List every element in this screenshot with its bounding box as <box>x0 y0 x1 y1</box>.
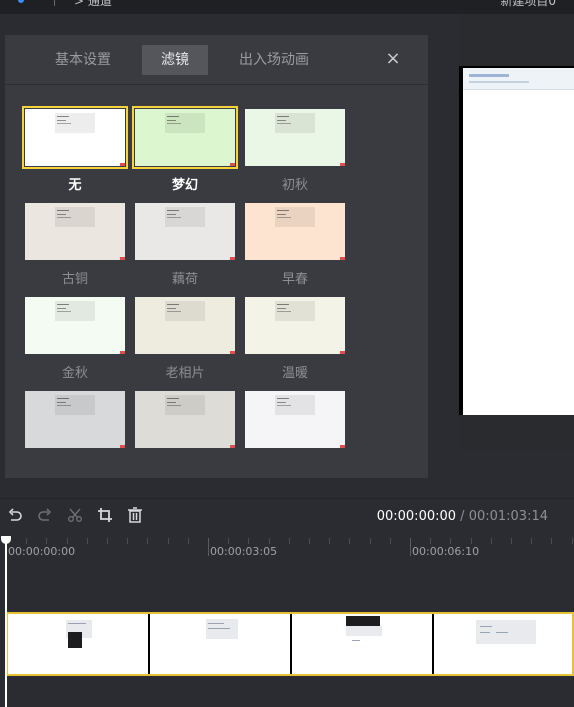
close-icon[interactable]: × <box>383 49 403 69</box>
filter-option[interactable]: 古铜 <box>25 203 125 290</box>
filter-thumbnail[interactable] <box>245 391 345 448</box>
timecode: 00:00:00:00 / 00:01:03:14 <box>377 509 548 524</box>
panel-tabs: 基本设置 滤镜 出入场动画 × <box>5 35 428 85</box>
undo-icon[interactable] <box>4 507 26 529</box>
scissors-icon[interactable] <box>64 507 86 529</box>
filter-thumbnail[interactable] <box>132 106 238 169</box>
timeline-toolbar: 00:00:00:00 / 00:01:03:14 <box>0 498 574 538</box>
filter-label: 梦幻 <box>171 178 198 193</box>
ruler-tick <box>572 538 573 544</box>
crop-icon[interactable] <box>94 507 116 529</box>
filter-option[interactable] <box>135 391 235 448</box>
ruler-tick <box>269 538 270 544</box>
time-separator: / <box>456 509 469 524</box>
filter-option[interactable]: 老相片 <box>135 297 235 384</box>
clip-thumbnail <box>150 614 290 674</box>
filter-label: 无 <box>68 178 82 193</box>
filter-label: 老相片 <box>165 366 205 381</box>
clip-thumbnail <box>8 614 148 674</box>
editor-window: > 通道 新建项目0 基本设置 滤镜 出入场动画 × 无 梦幻 初秋古铜 藕荷 早春金秋… <box>0 0 574 707</box>
logo-icon <box>18 0 24 3</box>
ruler-tick <box>26 538 27 544</box>
ruler-tick <box>349 538 350 544</box>
filter-thumbnail[interactable] <box>245 297 345 354</box>
filter-option[interactable]: 初秋 <box>245 109 345 196</box>
tab-basic-settings[interactable]: 基本设置 <box>45 45 121 75</box>
divider <box>54 0 55 6</box>
filter-thumbnail[interactable] <box>22 106 128 169</box>
filter-option[interactable]: 温暖 <box>245 297 345 384</box>
ruler-tick <box>147 538 148 544</box>
ruler-tick <box>127 538 128 544</box>
ruler-tick <box>67 538 68 544</box>
ruler-tick <box>471 538 472 544</box>
ruler-tick <box>289 538 290 544</box>
tab-transition-animation[interactable]: 出入场动画 <box>229 45 319 75</box>
filter-option[interactable]: 金秋 <box>25 297 125 384</box>
filter-label: 金秋 <box>61 366 88 381</box>
ruler-tick <box>370 538 371 544</box>
filter-thumbnail[interactable] <box>245 203 345 260</box>
ruler-tick <box>551 538 552 544</box>
video-track <box>0 568 574 707</box>
timeline-ruler[interactable]: 00:00:00:00 00:00:03:05 00:00:06:10 <box>0 538 574 568</box>
redo-icon[interactable] <box>34 507 56 529</box>
filter-label: 初秋 <box>281 178 308 193</box>
ruler-tick <box>46 538 47 544</box>
filter-thumbnail[interactable] <box>135 297 235 354</box>
filter-label: 藕荷 <box>171 272 198 287</box>
ruler-tick <box>107 538 108 544</box>
ruler-tick <box>87 538 88 544</box>
breadcrumb[interactable]: > 通道 <box>74 0 112 9</box>
tab-filters[interactable]: 滤镜 <box>142 45 208 75</box>
project-title[interactable]: 新建项目0 <box>500 0 556 9</box>
filter-label: 古铜 <box>61 272 88 287</box>
filter-thumbnail[interactable] <box>25 391 125 448</box>
ruler-tick <box>168 538 169 544</box>
filter-option[interactable]: 早春 <box>245 203 345 290</box>
ruler-tick <box>430 538 431 544</box>
ruler-tick <box>309 538 310 544</box>
filter-label: 温暖 <box>281 366 308 381</box>
filter-thumbnail[interactable] <box>135 391 235 448</box>
ruler-tick <box>329 538 330 544</box>
filter-option[interactable]: 梦幻 <box>132 106 238 196</box>
filter-option[interactable]: 藕荷 <box>135 203 235 290</box>
ruler-tick <box>410 538 411 556</box>
filter-grid: 无 梦幻 初秋古铜 藕荷 早春金秋 老相片 温暖 <box>22 106 355 469</box>
top-bar: > 通道 新建项目0 <box>0 0 574 14</box>
ruler-tick <box>228 538 229 544</box>
clip-thumbnail <box>434 614 572 674</box>
preview-page-header <box>463 68 574 90</box>
ruler-label: 00:00:03:05 <box>210 545 278 558</box>
ruler-tick <box>531 538 532 544</box>
preview-canvas[interactable] <box>463 68 574 415</box>
ruler-tick <box>248 538 249 544</box>
ruler-tick <box>390 538 391 544</box>
filter-thumbnail[interactable] <box>25 297 125 354</box>
filter-thumbnail[interactable] <box>245 109 345 166</box>
ruler-tick <box>208 538 209 556</box>
filter-thumbnail[interactable] <box>135 203 235 260</box>
ruler-tick <box>491 538 492 544</box>
filter-panel: 基本设置 滤镜 出入场动画 × 无 梦幻 初秋古铜 藕荷 早春金秋 老相片 温暖 <box>5 35 428 478</box>
filter-option[interactable] <box>245 391 345 448</box>
clip-thumbnail <box>292 614 432 674</box>
ruler-tick <box>511 538 512 544</box>
ruler-tick <box>188 538 189 544</box>
trash-icon[interactable] <box>124 507 146 529</box>
video-clip[interactable] <box>6 612 574 676</box>
playhead[interactable] <box>5 538 7 707</box>
ruler-tick <box>450 538 451 544</box>
current-time: 00:00:00:00 <box>376 509 457 524</box>
filter-thumbnail[interactable] <box>25 203 125 260</box>
filter-label: 早春 <box>281 272 308 287</box>
filter-option[interactable]: 无 <box>22 106 128 196</box>
filter-option[interactable] <box>25 391 125 448</box>
ruler-label: 00:00:06:10 <box>412 545 480 558</box>
total-time: 00:01:03:14 <box>468 509 548 524</box>
ruler-label: 00:00:00:00 <box>8 545 76 558</box>
